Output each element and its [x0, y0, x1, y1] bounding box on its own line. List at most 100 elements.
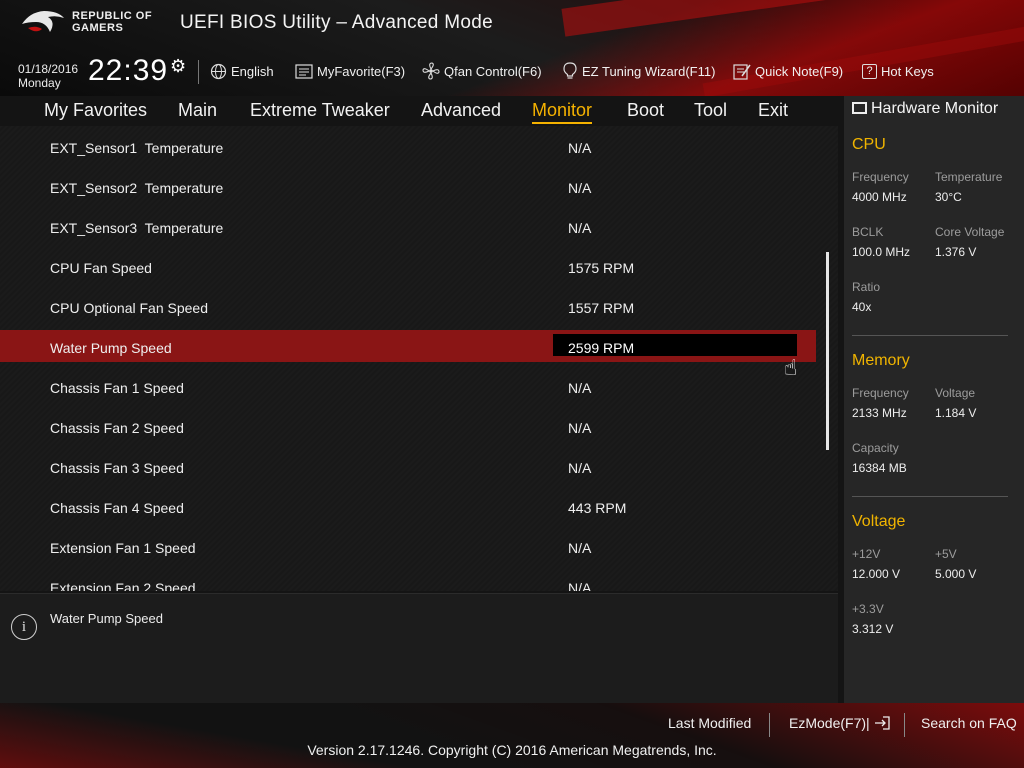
item-value: N/A	[568, 420, 592, 436]
cpu-temperature-label: Temperature	[935, 170, 1003, 184]
last-modified-button[interactable]: Last Modified	[668, 715, 751, 731]
list-item[interactable]: Chassis Fan 4 Speed 443 RPM	[0, 490, 816, 522]
list-item[interactable]: CPU Fan Speed 1575 RPM	[0, 250, 816, 282]
version-text: Version 2.17.1246. Copyright (C) 2016 Am…	[307, 742, 717, 758]
myfavorite-button[interactable]: MyFavorite(F3)	[295, 60, 405, 82]
hand-pointer-icon: ☝	[784, 356, 798, 381]
fan-icon	[422, 62, 440, 80]
list-item[interactable]: Chassis Fan 2 Speed N/A	[0, 410, 816, 442]
main-menu-tabs: My Favorites Main Extreme Tweaker Advanc…	[0, 96, 840, 126]
tab-extreme-tweaker[interactable]: Extreme Tweaker	[250, 100, 390, 121]
list-item[interactable]: EXT_Sensor3 Temperature N/A	[0, 210, 816, 242]
note-icon	[733, 63, 751, 80]
v33-value: 3.312 V	[852, 622, 894, 636]
capacity-label: Capacity	[852, 441, 899, 455]
header: REPUBLIC OF GAMERS UEFI BIOS Utility – A…	[0, 0, 1024, 96]
voltage-heading: Voltage	[852, 513, 906, 530]
item-label: Chassis Fan 3 Speed	[50, 460, 184, 476]
v12-value: 12.000 V	[852, 567, 901, 581]
day-display: Monday	[18, 76, 61, 90]
bclk-value: 100.0 MHz	[852, 245, 911, 259]
exit-arrow-icon	[874, 716, 890, 730]
decorative-stripe	[561, 0, 1024, 37]
memory-heading: Memory	[852, 352, 910, 369]
core-voltage-value: 1.376 V	[935, 245, 977, 259]
v12-label: +12V	[852, 547, 881, 561]
ezmode-label: EzMode(F7)|	[789, 715, 870, 731]
item-label: CPU Optional Fan Speed	[50, 300, 208, 316]
item-value: 1575 RPM	[568, 260, 635, 276]
gear-icon[interactable]: ⚙	[170, 56, 186, 77]
memory-voltage-label: Voltage	[935, 386, 976, 400]
v5-label: +5V	[935, 547, 957, 561]
date-display: 01/18/2016	[18, 62, 79, 76]
v5-value: 5.000 V	[935, 567, 977, 581]
item-label: Chassis Fan 1 Speed	[50, 380, 184, 396]
help-panel: i Water Pump Speed	[0, 593, 838, 703]
ezmode-button[interactable]: EzMode(F7)|	[789, 715, 890, 731]
list-item[interactable]: Chassis Fan 3 Speed N/A	[0, 450, 816, 482]
item-label: Extension Fan 1 Speed	[50, 540, 196, 556]
item-label: Chassis Fan 2 Speed	[50, 420, 184, 436]
list-item[interactable]: Extension Fan 2 Speed N/A	[0, 570, 816, 591]
item-label: Water Pump Speed	[50, 340, 172, 356]
brand-line: GAMERS	[72, 22, 124, 34]
list-item[interactable]: Extension Fan 1 Speed N/A	[0, 530, 816, 562]
tab-main[interactable]: Main	[178, 100, 217, 121]
search-faq-button[interactable]: Search on FAQ	[921, 715, 1017, 731]
scrollbar[interactable]	[826, 252, 829, 450]
cpu-temperature-value: 30°C	[935, 190, 962, 204]
memory-frequency-value: 2133 MHz	[852, 406, 907, 420]
footer: Last Modified EzMode(F7)| Search on FAQ …	[0, 703, 1024, 768]
ratio-label: Ratio	[852, 280, 881, 294]
app-title: UEFI BIOS Utility – Advanced Mode	[180, 12, 493, 33]
tab-exit[interactable]: Exit	[758, 100, 788, 121]
item-label: EXT_Sensor3 Temperature	[50, 220, 224, 236]
bclk-label: BCLK	[852, 225, 884, 239]
list-item-selected[interactable]: Water Pump Speed 2599 RPM	[0, 330, 816, 362]
monitor-item-list[interactable]: EXT_Sensor1 Temperature N/A EXT_Sensor2 …	[0, 126, 838, 591]
item-value: 1557 RPM	[568, 300, 635, 316]
globe-icon	[210, 63, 227, 79]
language-label: English	[231, 63, 274, 79]
lightbulb-icon	[563, 62, 577, 79]
hot-keys-label: Hot Keys	[881, 63, 934, 79]
tab-boot[interactable]: Boot	[627, 100, 664, 121]
qfan-control-button[interactable]: Qfan Control(F6)	[422, 60, 542, 82]
memory-frequency-label: Frequency	[852, 386, 909, 400]
item-label: EXT_Sensor2 Temperature	[50, 180, 224, 196]
tab-monitor[interactable]: Monitor	[532, 100, 593, 124]
clock-display: 22:39	[88, 54, 169, 87]
language-button[interactable]: English	[210, 60, 274, 82]
monitor-icon	[852, 102, 867, 114]
v33-label: +3.3V	[852, 602, 884, 616]
item-value: 443 RPM	[568, 500, 627, 516]
help-key-icon: ?	[862, 63, 877, 79]
section-divider	[852, 335, 1008, 336]
brand-line: REPUBLIC OF	[72, 10, 153, 22]
cpu-frequency-value: 4000 MHz	[852, 190, 907, 204]
favorite-icon	[295, 63, 313, 79]
cpu-heading: CPU	[852, 136, 886, 153]
toolbar-divider	[198, 60, 199, 84]
memory-voltage-value: 1.184 V	[935, 406, 977, 420]
tab-advanced[interactable]: Advanced	[421, 100, 501, 121]
section-divider	[852, 496, 1008, 497]
cpu-frequency-label: Frequency	[852, 170, 909, 184]
quick-note-button[interactable]: Quick Note(F9)	[733, 60, 843, 82]
ez-tuning-wizard-button[interactable]: EZ Tuning Wizard(F11)	[562, 60, 715, 82]
footer-divider	[904, 713, 905, 737]
item-value: N/A	[568, 540, 592, 556]
tab-tool[interactable]: Tool	[694, 100, 727, 121]
list-item[interactable]: EXT_Sensor2 Temperature N/A	[0, 170, 816, 202]
item-value: N/A	[568, 380, 592, 396]
qfan-label: Qfan Control(F6)	[444, 63, 542, 79]
item-value: N/A	[568, 580, 592, 591]
tab-my-favorites[interactable]: My Favorites	[44, 100, 147, 121]
core-voltage-label: Core Voltage	[935, 225, 1005, 239]
hot-keys-button[interactable]: ? Hot Keys	[862, 60, 934, 82]
rog-logo	[22, 11, 64, 32]
list-item[interactable]: CPU Optional Fan Speed 1557 RPM	[0, 290, 816, 322]
list-item[interactable]: EXT_Sensor1 Temperature N/A	[0, 130, 816, 162]
list-item[interactable]: Chassis Fan 1 Speed N/A	[0, 370, 816, 402]
